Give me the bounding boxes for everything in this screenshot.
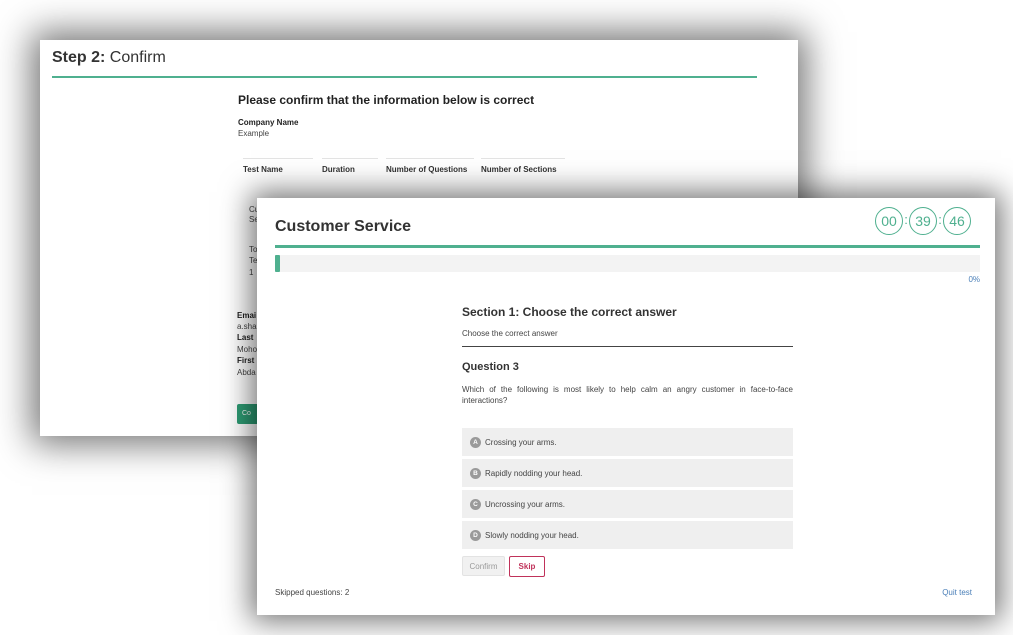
option-label: Crossing your arms. xyxy=(485,437,557,447)
test-title: Customer Service xyxy=(275,218,412,235)
option-label: Rapidly nodding your head. xyxy=(485,468,583,478)
confirm-heading: Please confirm that the information belo… xyxy=(238,93,535,107)
step-name: Confirm xyxy=(109,49,166,66)
progress-fill xyxy=(275,255,280,272)
first-name-label: First xyxy=(237,356,255,365)
company-name-value: Example xyxy=(238,129,270,138)
table-header-test-name: Test Name xyxy=(243,158,313,175)
progress-bar xyxy=(275,255,980,272)
step-title: Step 2: Confirm xyxy=(52,49,166,67)
option-label: Slowly nodding your head. xyxy=(485,530,579,540)
countdown-timer: 00 : 39 : 46 xyxy=(875,206,971,236)
confirm-submit-button[interactable]: Co xyxy=(237,404,259,424)
last-name-label: Last xyxy=(237,333,254,342)
section-divider xyxy=(462,346,793,347)
step-divider xyxy=(52,76,757,78)
answer-option-c[interactable]: C Uncrossing your arms. xyxy=(462,490,793,518)
confirm-answer-button[interactable]: Confirm xyxy=(462,556,505,576)
skip-question-button[interactable]: Skip xyxy=(509,556,545,577)
option-b-badge-icon: B xyxy=(470,467,481,479)
email-value: a.sha xyxy=(237,322,257,331)
timer-seconds: 46 xyxy=(943,207,971,235)
answer-option-b[interactable]: B Rapidly nodding your head. xyxy=(462,459,793,487)
section-title: Section 1: Choose the correct answer xyxy=(462,305,677,319)
section-instruction: Choose the correct answer xyxy=(462,329,558,338)
skipped-questions-count: Skipped questions: 2 xyxy=(275,588,350,597)
answer-option-a[interactable]: A Crossing your arms. xyxy=(462,428,793,456)
title-divider xyxy=(275,245,980,248)
table-header-sections: Number of Sections xyxy=(481,158,565,175)
question-title: Question 3 xyxy=(462,361,519,373)
timer-minutes: 39 xyxy=(909,207,937,235)
step-label: Step 2: xyxy=(52,49,106,66)
option-d-badge-icon: D xyxy=(470,529,481,541)
table-cell: 1 xyxy=(249,268,254,277)
answer-option-d[interactable]: D Slowly nodding your head. xyxy=(462,521,793,549)
progress-percent: 0% xyxy=(968,275,980,284)
timer-hours: 00 xyxy=(875,207,903,235)
quit-test-link[interactable]: Quit test xyxy=(917,588,972,597)
table-header-duration: Duration xyxy=(322,158,378,175)
option-a-badge-icon: A xyxy=(470,436,481,448)
table-header-questions: Number of Questions xyxy=(386,158,474,175)
first-name-value: Abda xyxy=(237,368,256,377)
question-text: Which of the following is most likely to… xyxy=(462,385,793,405)
last-name-value: Moho xyxy=(237,345,258,354)
option-label: Uncrossing your arms. xyxy=(485,499,566,509)
option-c-badge-icon: C xyxy=(470,498,481,510)
company-name-label: Company Name xyxy=(238,118,299,127)
test-window: Customer Service 00 : 39 : 46 0% Section… xyxy=(257,198,995,615)
email-label: Emai xyxy=(237,311,257,320)
